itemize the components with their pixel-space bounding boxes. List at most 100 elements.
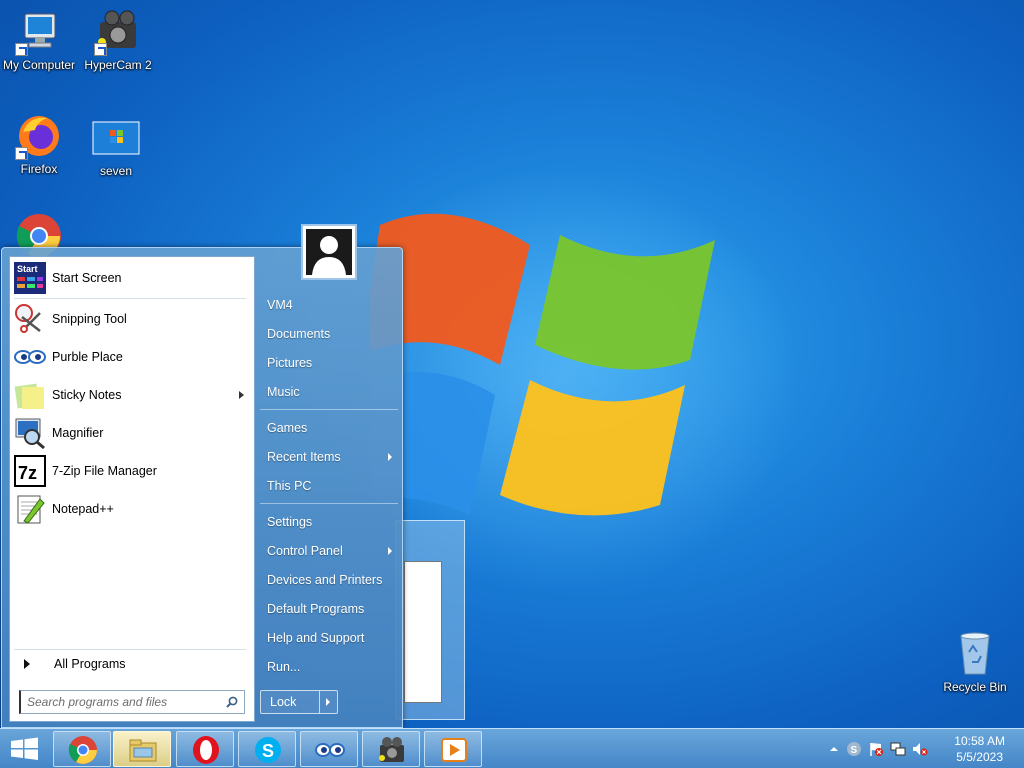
action-center-flag-icon[interactable] [868, 741, 884, 757]
eyes-icon [14, 341, 46, 373]
right-item-settings[interactable]: Settings [260, 510, 398, 534]
firefox-icon [15, 112, 63, 160]
purble-place-icon [315, 743, 345, 757]
network-icon[interactable] [890, 741, 906, 757]
taskbar-chrome[interactable] [53, 731, 111, 767]
right-item-music[interactable]: Music [260, 380, 398, 404]
program-label: Start Screen [52, 271, 122, 285]
separator [14, 649, 246, 650]
start-screen-icon-text: Start [17, 264, 38, 274]
skype-tray-icon[interactable]: S [846, 741, 862, 757]
svg-text:S: S [262, 741, 274, 761]
right-item-label: VM4 [267, 298, 293, 312]
scissors-icon [14, 303, 46, 335]
program-snipping-tool[interactable]: Snipping Tool [14, 302, 252, 336]
clock-date: 5/5/2023 [956, 750, 1003, 764]
start-menu: Start Start Screen Snipping Tool Purble … [1, 224, 403, 728]
program-label: Snipping Tool [52, 312, 127, 326]
desktop-icon-my-computer[interactable]: My Computer [0, 8, 78, 72]
computer-icon [15, 8, 63, 56]
desktop-icon-label: seven [99, 164, 133, 178]
clock-time: 10:58 AM [954, 734, 1005, 748]
file-explorer-icon [129, 739, 157, 762]
lock-button[interactable]: Lock [260, 690, 338, 714]
right-item-default-programs[interactable]: Default Programs [260, 597, 398, 621]
chrome-icon [68, 736, 97, 764]
program-label: Magnifier [52, 426, 104, 440]
program-label: Purble Place [52, 350, 123, 364]
thumbnail-window [404, 561, 442, 703]
right-item-recent-items[interactable]: Recent Items [260, 445, 398, 469]
all-programs-button[interactable]: All Programs [18, 654, 248, 674]
right-item-label: Control Panel [267, 544, 343, 558]
taskbar-skype[interactable]: S [238, 731, 296, 767]
desktop-icon-label: Recycle Bin [943, 680, 1007, 694]
desktop-icon-hypercam[interactable]: HyperCam 2 [79, 8, 157, 72]
right-item-label: Settings [267, 515, 313, 529]
program-start-screen[interactable]: Start Start Screen [14, 261, 252, 295]
right-item-label: Games [267, 421, 308, 435]
submenu-arrow-icon [239, 391, 244, 399]
window-thumbnail-preview[interactable] [395, 520, 465, 720]
program-notepad-plus-plus[interactable]: Notepad++ [14, 492, 252, 526]
right-item-documents[interactable]: Documents [260, 322, 398, 346]
clock[interactable]: 10:58 AM 5/5/2023 [954, 733, 1005, 765]
system-tray: S 10:58 AM 5/5/2023 [824, 729, 1024, 768]
right-item-label: Documents [267, 327, 331, 341]
right-item-devices-printers[interactable]: Devices and Printers [260, 568, 398, 592]
right-item-label: Default Programs [267, 602, 365, 616]
programs-pane: Start Start Screen Snipping Tool Purble … [9, 256, 255, 722]
taskbar-opera[interactable] [176, 731, 234, 767]
taskbar-file-explorer[interactable] [113, 731, 171, 767]
taskbar-hypercam[interactable] [362, 731, 420, 767]
notepad-plus-icon [14, 493, 46, 525]
program-label: Sticky Notes [52, 388, 122, 402]
desktop-icon-seven[interactable]: seven [77, 114, 155, 178]
power-options-arrow-button[interactable] [319, 691, 337, 713]
volume-muted-icon[interactable] [912, 741, 928, 757]
right-item-vm4[interactable]: VM4 [260, 293, 398, 317]
windows-start-icon [11, 737, 38, 760]
desktop-icon-label: HyperCam 2 [84, 58, 152, 72]
recycle-bin-icon [951, 630, 999, 678]
taskbar: S S 10:58 AM 5/5/2023 [0, 728, 1024, 768]
submenu-arrow-icon [388, 547, 392, 555]
user-account-picture[interactable] [301, 224, 357, 280]
media-player-icon [441, 738, 467, 762]
right-item-control-panel[interactable]: Control Panel [260, 539, 398, 563]
start-button[interactable] [0, 729, 50, 768]
right-item-label: Pictures [267, 356, 313, 370]
start-screen-icon: Start [14, 262, 46, 294]
desktop-icon-recycle-bin[interactable]: Recycle Bin [938, 630, 1012, 694]
skype-icon: S [255, 737, 281, 763]
right-item-label: Run... [267, 660, 301, 674]
7zip-icon-text: 7z [18, 463, 37, 483]
search-input[interactable]: Search programs and files [19, 690, 245, 714]
right-item-label: Recent Items [267, 450, 341, 464]
taskbar-media-player[interactable] [424, 731, 482, 767]
right-item-run[interactable]: Run... [260, 655, 398, 679]
right-item-label: Devices and Printers [267, 573, 383, 587]
right-item-pictures[interactable]: Pictures [260, 351, 398, 375]
program-label: Notepad++ [52, 502, 114, 516]
show-hidden-icons-chevron[interactable] [828, 741, 840, 757]
program-magnifier[interactable]: Magnifier [14, 416, 252, 450]
all-programs-arrow-icon [24, 659, 30, 669]
right-item-label: Music [267, 385, 300, 399]
magnifier-icon [14, 417, 46, 450]
right-item-this-pc[interactable]: This PC [260, 474, 398, 498]
shortcut-arrow-icon [94, 43, 107, 56]
sticky-notes-icon [14, 379, 46, 411]
7zip-icon: 7z [14, 455, 46, 487]
right-item-help-support[interactable]: Help and Support [260, 626, 398, 650]
desktop-icon-firefox[interactable]: Firefox [0, 112, 78, 176]
all-programs-label: All Programs [54, 657, 126, 671]
program-sticky-notes[interactable]: Sticky Notes [14, 378, 252, 412]
program-purble-place[interactable]: Purble Place [14, 340, 252, 374]
search-icon[interactable] [226, 696, 238, 708]
taskbar-purble-place[interactable] [300, 731, 358, 767]
shortcut-arrow-icon [15, 43, 28, 56]
separator [260, 503, 398, 504]
right-item-games[interactable]: Games [260, 416, 398, 440]
program-7zip[interactable]: 7z 7-Zip File Manager [14, 454, 252, 488]
